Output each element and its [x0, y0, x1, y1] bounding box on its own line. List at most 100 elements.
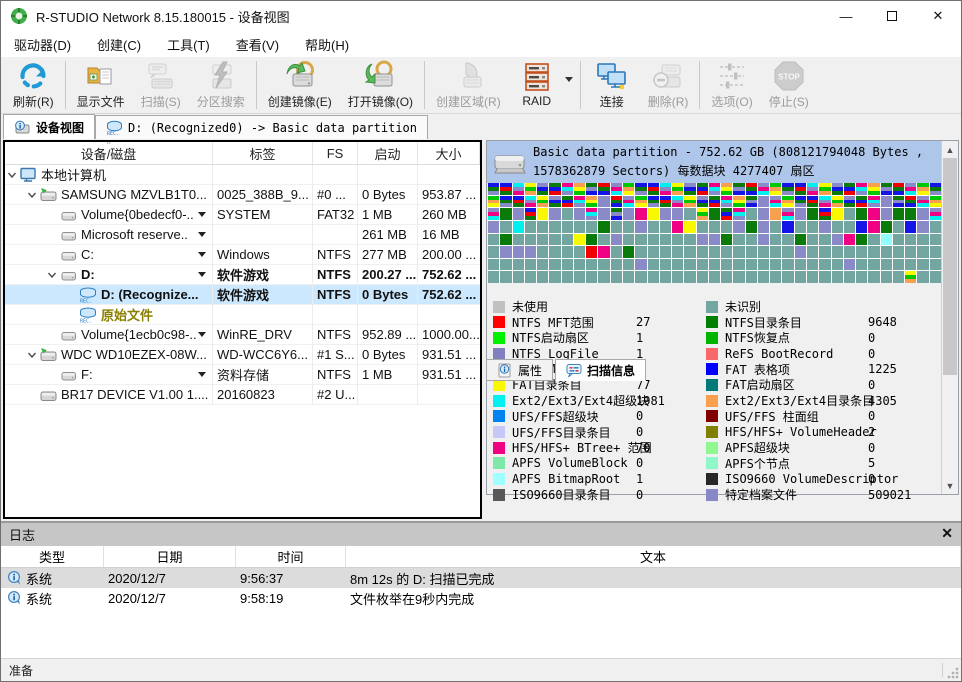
- scan-block: [905, 196, 916, 208]
- expand-chevron-icon[interactable]: [5, 168, 19, 182]
- scan-block: [893, 183, 904, 195]
- toolbar-button-refresh[interactable]: 刷新(R): [5, 57, 62, 113]
- scan-block: [488, 246, 499, 258]
- row-dropdown-icon[interactable]: [198, 252, 206, 257]
- scan-block: [635, 234, 646, 246]
- tree-row-2[interactable]: Volume{0bedecf0-..SYSTEMFAT321 MB260 MB: [5, 205, 480, 225]
- log-column-0[interactable]: 类型: [1, 546, 104, 567]
- tree-row-5[interactable]: D:软件游戏NTFS200.27 ...752.62 ...: [5, 265, 480, 285]
- tree-row-6[interactable]: REC.D: (Recognize...软件游戏NTFS0 Bytes752.6…: [5, 285, 480, 305]
- toolbar-button-delete[interactable]: 删除(R): [640, 57, 697, 113]
- scroll-down-icon[interactable]: ▼: [942, 477, 958, 494]
- scrollbar-thumb[interactable]: [943, 158, 957, 375]
- column-header-2[interactable]: FS: [313, 142, 358, 164]
- scan-block-map[interactable]: [488, 183, 941, 283]
- maximize-button[interactable]: [869, 1, 915, 31]
- scan-block: [660, 259, 671, 271]
- legend-swatch: [706, 442, 718, 454]
- minimize-button[interactable]: —: [823, 1, 869, 31]
- toolbar-button-scan[interactable]: 扫描(S): [133, 57, 189, 113]
- toolbar-button-open-image[interactable]: 打开镜像(O): [340, 57, 421, 113]
- scan-block: [782, 271, 793, 283]
- scan-block: [770, 246, 781, 258]
- log-column-2[interactable]: 时间: [236, 546, 346, 567]
- scan-block: [905, 183, 916, 195]
- tree-row-10[interactable]: F:资料存储NTFS1 MB931.51 ...: [5, 365, 480, 385]
- tree-row-0[interactable]: 本地计算机: [5, 165, 480, 185]
- toolbar-button-show-files[interactable]: 显示文件: [69, 57, 133, 113]
- menu-item-1[interactable]: 创建(C): [84, 31, 154, 58]
- column-header-3[interactable]: 启动: [358, 142, 418, 164]
- disk-icon: [39, 347, 58, 363]
- volume-icon: [59, 327, 78, 343]
- device-name: Volume{0bedecf0-..: [81, 207, 194, 222]
- scan-block: [856, 221, 867, 233]
- column-header-0[interactable]: 设备/磁盘^: [5, 142, 213, 164]
- scan-block: [635, 259, 646, 271]
- menu-item-0[interactable]: 驱动器(D): [1, 31, 84, 58]
- tab-device-view[interactable]: 设备视图: [3, 114, 95, 139]
- tree-row-3[interactable]: Microsoft reserve..261 MB16 MB: [5, 225, 480, 245]
- row-dropdown-icon[interactable]: [198, 232, 206, 237]
- label-cell: [213, 225, 313, 245]
- row-dropdown-icon[interactable]: [198, 332, 206, 337]
- expand-chevron-icon[interactable]: [25, 188, 39, 202]
- log-column-1[interactable]: 日期: [104, 546, 236, 567]
- tab-scan-info[interactable]: 扫描信息: [555, 359, 646, 381]
- tree-row-1[interactable]: SAMSUNG MZVLB1T0...0025_388B_9...#0 ...0…: [5, 185, 480, 205]
- start-cell: [358, 305, 418, 325]
- menu-item-2[interactable]: 工具(T): [154, 31, 223, 58]
- log-column-3[interactable]: 文本: [346, 546, 961, 567]
- scan-block: [733, 183, 744, 195]
- tree-row-9[interactable]: WDC WD10EZEX-08W...WD-WCC6Y6...#1 S...0 …: [5, 345, 480, 365]
- resize-grip[interactable]: [947, 667, 959, 679]
- info-icon: [7, 591, 22, 605]
- log-row-1[interactable]: 系统2020/12/79:58:19文件枚举在9秒内完成: [1, 588, 961, 608]
- scan-block: [635, 271, 646, 283]
- toolbar-button-part-search[interactable]: 分区搜索: [189, 57, 253, 113]
- legend-item: HFS/HFS+ BTree+ 范围70: [493, 440, 652, 455]
- menu-item-3[interactable]: 查看(V): [223, 31, 292, 58]
- expand-chevron-icon[interactable]: [45, 268, 59, 282]
- toolbar-button-options[interactable]: 选项(O): [703, 57, 760, 113]
- log-header: 类型日期时间文本: [1, 546, 961, 568]
- raid-dropdown-icon[interactable]: [565, 77, 573, 82]
- tab-recognized-partition[interactable]: REC. D: (Recognized0) -> Basic data part…: [95, 115, 428, 139]
- log-row-0[interactable]: 系统2020/12/79:56:378m 12s 的 D: 扫描已完成: [1, 568, 961, 588]
- scroll-up-icon[interactable]: ▲: [942, 141, 958, 158]
- scan-block: [672, 259, 683, 271]
- close-button[interactable]: ✕: [915, 1, 961, 31]
- legend-swatch: [493, 348, 505, 360]
- tree-row-11[interactable]: BR17 DEVICE V1.00 1....20160823#2 U...: [5, 385, 480, 405]
- toolbar-button-create-region[interactable]: 创建区域(R): [428, 57, 509, 113]
- toolbar-button-raid[interactable]: RAID: [509, 59, 565, 111]
- indent-spacer: [45, 248, 59, 262]
- size-cell: 752.62 ...: [418, 265, 480, 285]
- scan-block: [684, 271, 695, 283]
- log-close-icon[interactable]: ✕: [941, 525, 953, 542]
- legend-item: ISO9660目录条目0: [493, 487, 652, 502]
- toolbar-button-create-image[interactable]: 创建镜像(E): [260, 57, 340, 113]
- scan-block: [500, 208, 511, 220]
- scan-block: [537, 246, 548, 258]
- scan-panel-scrollbar[interactable]: ▲ ▼: [941, 141, 958, 494]
- toolbar-button-stop[interactable]: STOP停止(S): [761, 57, 817, 113]
- column-header-1[interactable]: 标签: [213, 142, 313, 164]
- scan-block: [709, 246, 720, 258]
- row-dropdown-icon[interactable]: [198, 272, 206, 277]
- column-header-4[interactable]: 大小: [418, 142, 480, 164]
- tree-row-4[interactable]: C:WindowsNTFS277 MB200.00 ...: [5, 245, 480, 265]
- legend-item: FAT启动扇区0: [706, 377, 898, 392]
- scan-block: [721, 208, 732, 220]
- tree-row-8[interactable]: Volume{1ecb0c98-..WinRE_DRVNTFS952.89 ..…: [5, 325, 480, 345]
- expand-chevron-icon[interactable]: [25, 348, 39, 362]
- scan-block: [746, 196, 757, 208]
- scan-block: [709, 259, 720, 271]
- toolbar-button-connect[interactable]: 连接: [584, 57, 640, 113]
- tree-row-7[interactable]: REC.原始文件: [5, 305, 480, 325]
- row-dropdown-icon[interactable]: [198, 372, 206, 377]
- tab-properties[interactable]: 属性: [486, 359, 553, 381]
- legend-item: APFS个节点5: [706, 456, 898, 471]
- menu-item-4[interactable]: 帮助(H): [292, 31, 362, 58]
- row-dropdown-icon[interactable]: [198, 212, 206, 217]
